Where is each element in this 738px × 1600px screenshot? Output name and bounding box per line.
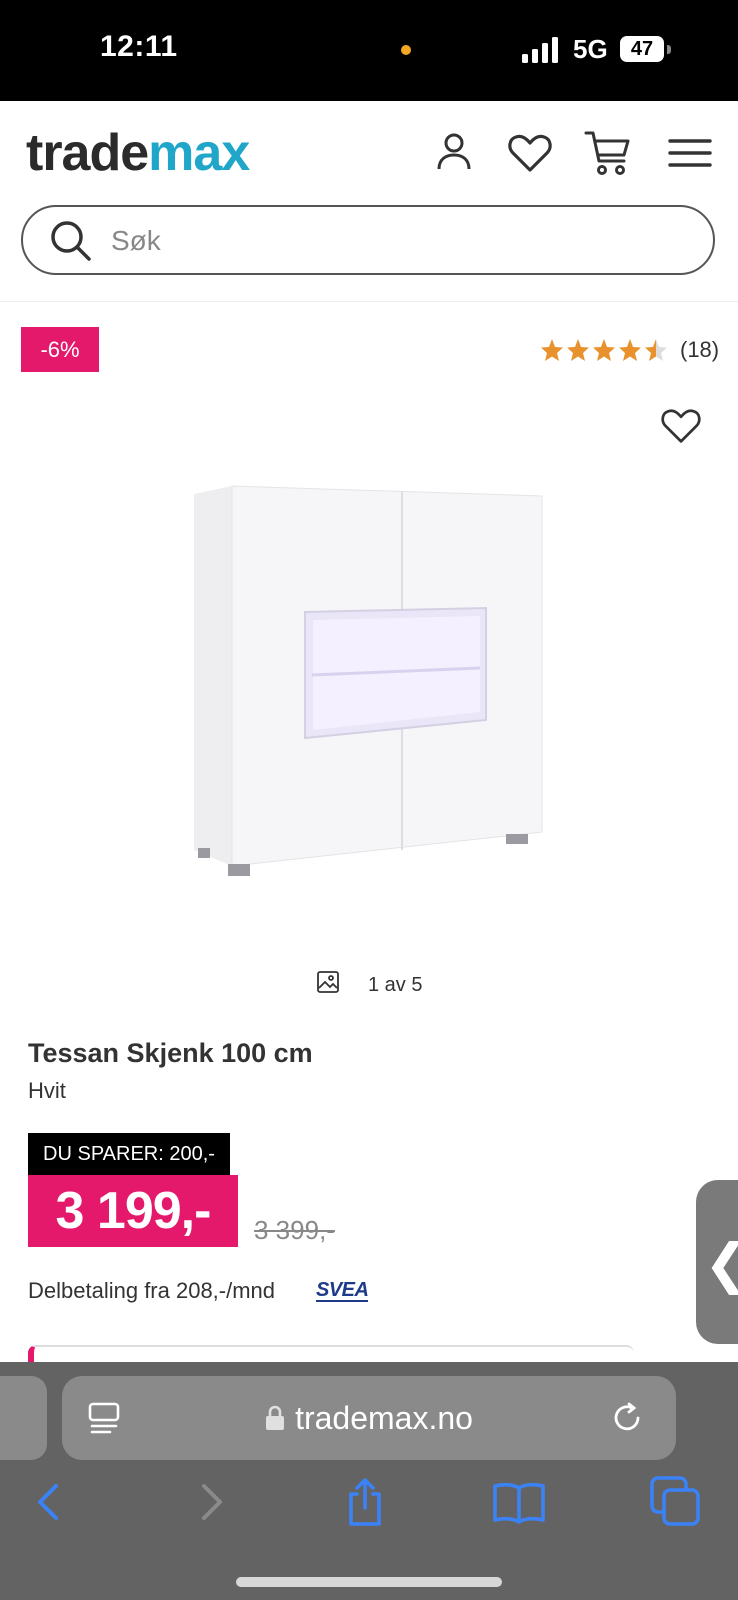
privacy-indicator-dot bbox=[401, 45, 411, 55]
cellular-signal-icon bbox=[522, 37, 558, 63]
back-icon[interactable] bbox=[22, 1474, 78, 1530]
search-bar[interactable] bbox=[21, 205, 715, 275]
status-bar: 12:11 5G 47 bbox=[0, 0, 738, 101]
account-icon[interactable] bbox=[432, 129, 480, 177]
share-icon[interactable] bbox=[337, 1474, 393, 1530]
chevron-left-icon: ❮ bbox=[704, 1232, 738, 1295]
battery-level: 47 bbox=[620, 36, 664, 62]
previous-tab-preview[interactable] bbox=[0, 1376, 47, 1460]
savings-label: DU SPARER: 200,- bbox=[28, 1133, 230, 1175]
cart-icon[interactable] bbox=[584, 129, 632, 177]
clock: 12:11 bbox=[100, 30, 178, 63]
browser-chrome: trademax.no bbox=[0, 1362, 738, 1600]
product-image[interactable] bbox=[190, 480, 550, 900]
installment-text: Delbetaling fra 208,-/mnd bbox=[28, 1278, 276, 1303]
original-price: 3 399,- bbox=[254, 1215, 335, 1245]
product-variant: Hvit bbox=[28, 1078, 66, 1103]
site-header: trademax bbox=[0, 101, 738, 302]
search-icon bbox=[51, 221, 91, 261]
bookmarks-icon[interactable] bbox=[491, 1474, 547, 1530]
menu-hamburger-icon[interactable] bbox=[666, 129, 714, 177]
side-drawer-tab[interactable]: ❮ bbox=[696, 1180, 738, 1344]
favorite-heart-icon[interactable] bbox=[659, 405, 703, 445]
product-title: Tessan Skjenk 100 cm bbox=[28, 1038, 313, 1068]
image-counter: 1 av 5 bbox=[316, 970, 422, 1000]
search-input[interactable] bbox=[109, 219, 693, 263]
trademax-logo[interactable]: trademax bbox=[26, 123, 250, 183]
battery-icon: 47 bbox=[620, 36, 671, 64]
address-bar[interactable]: trademax.no bbox=[62, 1376, 676, 1460]
lock-icon bbox=[266, 1405, 285, 1430]
review-count[interactable]: (18) bbox=[680, 337, 719, 363]
network-type: 5G bbox=[573, 34, 608, 64]
reload-icon[interactable] bbox=[610, 1400, 646, 1436]
url-text: trademax.no bbox=[295, 1400, 473, 1436]
tabs-icon[interactable] bbox=[648, 1474, 704, 1530]
rating-stars[interactable] bbox=[540, 335, 668, 365]
current-price: 3 199,- bbox=[28, 1175, 238, 1247]
home-indicator[interactable] bbox=[236, 1577, 502, 1587]
forward-icon[interactable] bbox=[182, 1474, 238, 1530]
image-counter-text: 1 av 5 bbox=[368, 974, 423, 996]
wishlist-heart-icon[interactable] bbox=[506, 129, 554, 177]
gallery-icon[interactable] bbox=[316, 970, 340, 994]
discount-badge: -6% bbox=[21, 327, 99, 372]
svea-logo: SVEA bbox=[316, 1279, 369, 1302]
